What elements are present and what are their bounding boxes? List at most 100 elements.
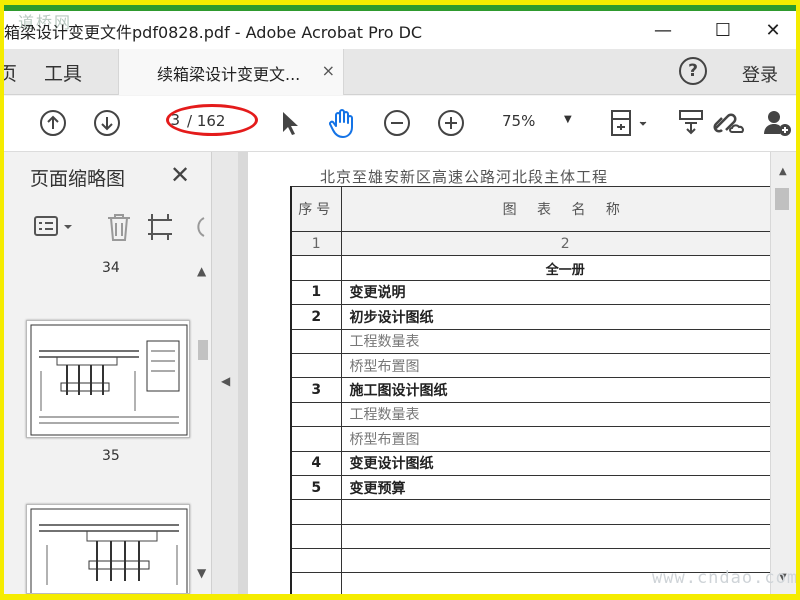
document-scroll-thumb[interactable] [775,188,789,210]
table-row [290,523,770,550]
zoom-level-select[interactable]: 75% [502,112,535,130]
title-bar: 道桥网 箱梁设计变更文件pdf0828.pdf - Adobe Acrobat … [4,11,796,49]
sidebar-scrollbar[interactable]: ▲ ▼ [196,264,210,594]
document-scrollbar[interactable]: ▲ ▼ [770,152,796,594]
thumbnail-page-35[interactable] [26,320,190,438]
row-title: 施工图设计图纸 [340,377,770,403]
row-number [290,255,342,281]
row-number [290,401,342,428]
tab-close-button[interactable]: × [322,61,335,80]
add-user-icon [764,111,791,136]
row-number: 3 [290,377,342,403]
contents-table: 序号 图 表 名 称 1 2 全一册 1 变更说明 2 初步设计图纸 工程数量表 桥型布置… [290,186,770,594]
panel-toolbar [24,210,210,246]
scroll-down-icon[interactable]: ▼ [197,566,206,580]
site-watermark: www.cndao.com [652,568,799,588]
prev-page-button[interactable] [36,106,70,140]
table-row: 全一册 [290,255,770,281]
scroll-mode-button[interactable] [674,106,708,140]
tab-bar: 页 工具 续箱梁设计变更文... × ? 登录 [0,49,796,95]
thumbnail-page-label: 35 [102,448,120,464]
add-user-button[interactable] [760,106,794,140]
row-number [290,426,342,452]
row-title [340,499,770,525]
login-button[interactable]: 登录 [742,61,778,87]
crop-icon[interactable] [146,212,174,242]
table-row: 桥型布置图 [290,352,770,379]
volume-title: 全一册 [340,255,770,281]
row-number [290,523,342,550]
hand-tool-icon [329,109,353,138]
page-fit-button[interactable] [606,106,654,140]
row-title: 工程数量表 [340,328,770,354]
close-icon: ✕ [765,19,781,41]
row-title: 变更说明 [340,279,770,306]
maximize-icon: ☐ [714,19,732,41]
thumbnail-page-label: 34 [102,260,120,276]
table-header-row: 序号 图 表 名 称 [290,186,770,232]
row-number [290,572,342,594]
column-header: 图 表 名 称 [340,186,770,232]
column-header: 序号 [290,186,342,232]
table-index-row: 1 2 [290,230,770,257]
table-row: 5 变更预算 [290,474,770,501]
table-body: 1 变更说明 2 初步设计图纸 工程数量表 桥型布置图 3 施工图设计图纸 工程数量表 桥型布置图… [290,279,770,594]
drawing-thumbnail [30,324,188,436]
table-row [290,499,770,525]
index-cell: 2 [340,230,770,257]
frame-left [0,0,4,600]
page-fit-icon [611,110,647,136]
zoom-in-icon [438,110,464,136]
tab-tools[interactable]: 工具 [44,59,82,86]
frame-bottom [0,594,800,600]
next-page-icon [94,110,120,136]
delete-icon[interactable] [106,212,132,242]
scroll-up-icon[interactable]: ▲ [197,264,206,278]
tab-document-label: 续箱梁设计变更文... [157,65,301,84]
close-window-button[interactable]: ✕ [750,11,796,49]
panel-close-button[interactable]: ✕ [170,161,190,189]
zoom-out-icon [384,110,410,136]
table-row: 2 初步设计图纸 [290,304,770,330]
zoom-dropdown-icon[interactable]: ▼ [564,114,572,125]
table-row: 3 施工图设计图纸 [290,377,770,403]
document-view[interactable]: 北京至雄安新区高速公路河北段主体工程 序号 图 表 名 称 1 2 全一册 1变… [238,152,770,594]
rotate-icon[interactable] [190,214,206,240]
hand-tool-button[interactable] [324,106,360,140]
table-row: 桥型布置图 [290,426,770,452]
row-number: 5 [290,474,342,501]
share-link-button[interactable] [708,106,746,140]
thumbnail-panel: 页面缩略图 ✕ 34 35 ▲ ▼ [4,152,212,594]
row-number [290,499,342,525]
next-page-button[interactable] [90,106,124,140]
row-title: 桥型布置图 [340,426,770,452]
table-row: 1 变更说明 [290,279,770,306]
table-row: 4 变更设计图纸 [290,450,770,476]
window-title: 箱梁设计变更文件pdf0828.pdf - Adobe Acrobat Pro … [4,23,423,42]
document-header: 北京至雄安新区高速公路河北段主体工程 [320,168,609,186]
pdf-page: 北京至雄安新区高速公路河北段主体工程 序号 图 表 名 称 1 2 全一册 1变… [248,152,770,594]
collapse-panel-icon[interactable]: ◀ [221,374,230,388]
thumbnail-page-36[interactable] [26,504,190,594]
row-title: 初步设计图纸 [340,304,770,330]
minimize-icon: — [654,19,672,41]
link-cloud-icon [713,113,744,133]
sidebar-scroll-thumb[interactable] [198,340,208,360]
panel-splitter[interactable]: ◀ [212,152,238,594]
maximize-button[interactable]: ☐ [700,11,746,49]
help-button[interactable]: ? [679,57,707,85]
options-menu-icon[interactable] [34,216,76,238]
scroll-up-icon[interactable]: ▲ [779,166,787,177]
row-number [290,352,342,379]
minimize-button[interactable]: — [640,11,686,49]
prev-page-icon [40,110,66,136]
row-number [290,548,342,574]
zoom-out-button[interactable] [380,106,414,140]
drawing-thumbnail [30,508,188,593]
select-tool-button[interactable] [274,106,304,140]
row-number: 4 [290,450,342,476]
scroll-mode-icon [679,110,703,135]
row-title: 桥型布置图 [340,352,770,379]
zoom-in-button[interactable] [434,106,468,140]
tab-document[interactable]: 续箱梁设计变更文... × [118,49,344,95]
